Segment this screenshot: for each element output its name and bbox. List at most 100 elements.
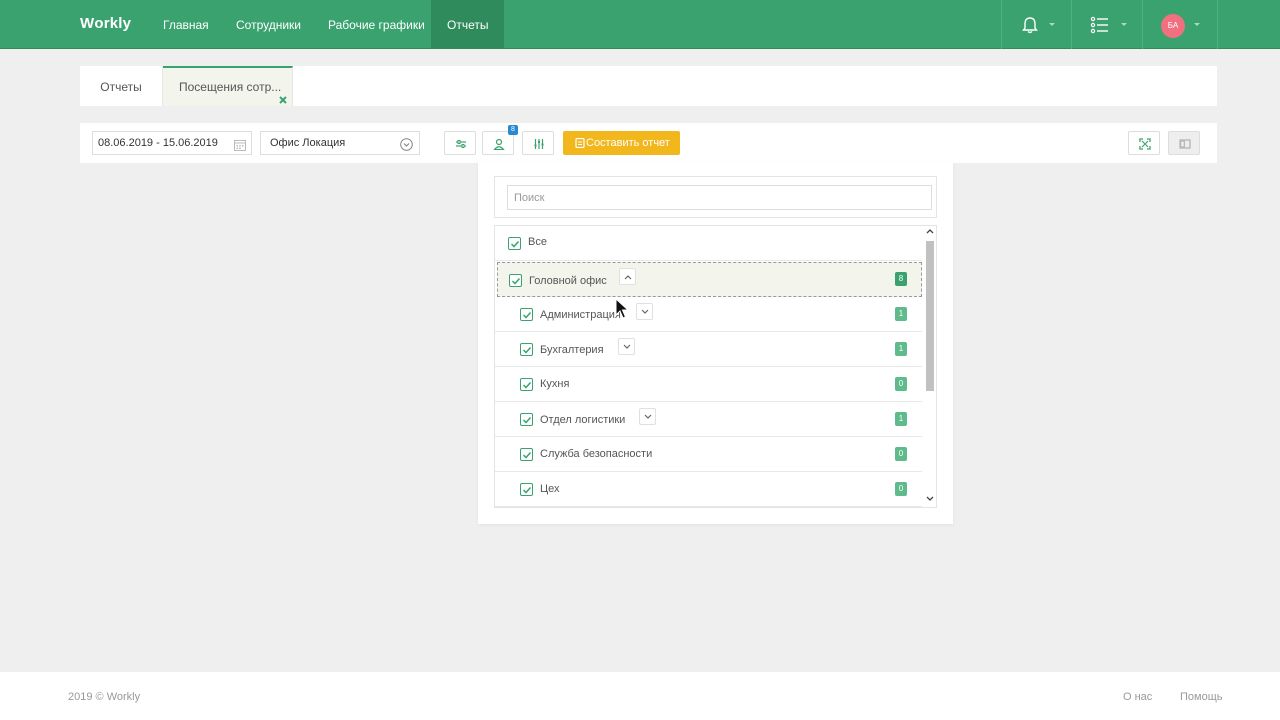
list-item-label: Бухгалтерия xyxy=(540,344,604,356)
list-item[interactable]: Бухгалтерия 1 xyxy=(495,332,922,367)
top-navbar: Wоrkly Главная Сотрудники Рабочие график… xyxy=(0,0,1280,49)
excel-icon xyxy=(1179,139,1191,149)
tab-employee-visits[interactable]: Посещения сотр... xyxy=(163,66,293,106)
chevron-down-icon xyxy=(644,414,652,419)
list-item-label: Цех xyxy=(540,483,560,495)
expand-button[interactable] xyxy=(618,338,635,355)
list-item[interactable]: Цех 0 xyxy=(495,472,922,507)
count-badge: 0 xyxy=(895,377,907,391)
calendar-icon[interactable] xyxy=(234,137,246,151)
chevron-down-icon[interactable] xyxy=(1049,23,1055,26)
department-filter-dropdown: Все Головной офис 8 Администрация 1 Бухг… xyxy=(478,161,953,524)
checkbox[interactable] xyxy=(520,308,533,321)
report-tabs: Отчеты Посещения сотр... xyxy=(80,66,1217,106)
collapse-button[interactable] xyxy=(619,268,636,285)
list-item-label: Все xyxy=(528,236,547,248)
equalizer-icon xyxy=(534,139,544,149)
nav-item-reports[interactable]: Отчеты xyxy=(431,0,505,49)
scroll-up-arrow-icon xyxy=(926,229,934,234)
count-badge: 0 xyxy=(895,482,907,496)
report-toolbar: 08.06.2019 - 15.06.2019 Офис Локация 8 С… xyxy=(80,123,1217,163)
search-input[interactable] xyxy=(507,185,932,210)
filter-settings-button[interactable] xyxy=(444,131,476,155)
expand-button[interactable] xyxy=(639,408,656,425)
tab-reports[interactable]: Отчеты xyxy=(80,66,163,106)
chevron-down-icon[interactable] xyxy=(400,137,413,151)
checkbox[interactable] xyxy=(508,237,521,250)
scrollbar-thumb[interactable] xyxy=(926,241,934,391)
chevron-down-icon[interactable] xyxy=(1121,23,1127,26)
list-icon[interactable] xyxy=(1090,15,1110,35)
check-icon xyxy=(522,416,532,424)
app-logo[interactable]: Wоrkly xyxy=(80,15,131,32)
navbar-divider xyxy=(1071,0,1072,49)
user-icon xyxy=(493,138,505,150)
checkbox[interactable] xyxy=(520,483,533,496)
location-select[interactable]: Офис Локация xyxy=(260,131,420,155)
count-badge: 1 xyxy=(895,307,907,321)
mouse-cursor-icon xyxy=(615,298,629,319)
copyright-text: 2019 © Workly xyxy=(68,691,141,703)
navbar-divider xyxy=(1217,0,1218,49)
tab-label: Посещения сотр... xyxy=(179,80,282,94)
count-badge: 1 xyxy=(895,342,907,356)
list-item[interactable]: Администрация 1 xyxy=(495,297,922,332)
nav-item-schedules[interactable]: Рабочие графики xyxy=(312,0,441,49)
expand-icon xyxy=(1139,138,1151,150)
check-icon xyxy=(511,277,521,285)
chevron-down-icon[interactable] xyxy=(1194,23,1200,26)
fullscreen-button[interactable] xyxy=(1128,131,1160,155)
check-icon xyxy=(522,381,532,389)
list-item-label: Служба безопасности xyxy=(540,448,653,460)
list-item-label: Администрация xyxy=(540,309,621,321)
count-badge: 0 xyxy=(895,447,907,461)
checkbox[interactable] xyxy=(509,274,522,287)
list-item-label: Отдел логистики xyxy=(540,414,626,426)
footer-link-help[interactable]: Помощь xyxy=(1180,691,1223,703)
list-item[interactable]: Все xyxy=(495,226,922,261)
chevron-down-icon xyxy=(623,344,631,349)
build-report-button[interactable]: Составить отчет xyxy=(563,131,680,155)
navbar-divider xyxy=(1001,0,1002,49)
expand-button[interactable] xyxy=(636,303,653,320)
department-list: Все Головной офис 8 Администрация 1 Бухг… xyxy=(494,225,937,508)
search-container xyxy=(494,176,937,218)
footer-link-about[interactable]: О нас xyxy=(1123,691,1152,703)
list-item[interactable]: Служба безопасности 0 xyxy=(495,437,922,472)
employees-count-badge: 8 xyxy=(508,125,518,135)
list-item[interactable]: Головной офис 8 xyxy=(497,262,922,297)
nav-item-home[interactable]: Главная xyxy=(147,0,225,49)
checkbox[interactable] xyxy=(520,448,533,461)
scroll-down-arrow-icon xyxy=(926,496,934,501)
build-report-label: Составить отчет xyxy=(586,137,670,149)
checkbox[interactable] xyxy=(520,378,533,391)
list-item-label: Головной офис xyxy=(529,275,607,287)
export-excel-button[interactable] xyxy=(1168,131,1200,155)
location-value: Офис Локация xyxy=(270,137,346,149)
page-footer: 2019 © Workly О нас Помощь xyxy=(0,672,1280,720)
date-range-value: 08.06.2019 - 15.06.2019 xyxy=(98,137,218,149)
count-badge: 8 xyxy=(895,272,907,286)
navbar-divider xyxy=(1142,0,1143,49)
date-range-input[interactable]: 08.06.2019 - 15.06.2019 xyxy=(92,131,252,155)
nav-item-employees[interactable]: Сотрудники xyxy=(220,0,317,49)
count-badge: 1 xyxy=(895,412,907,426)
check-icon xyxy=(522,451,532,459)
check-icon xyxy=(510,240,520,248)
sliders-icon xyxy=(456,140,466,148)
check-icon xyxy=(522,346,532,354)
list-scrollbar[interactable] xyxy=(923,226,936,507)
list-item[interactable]: Кухня 0 xyxy=(495,367,922,402)
list-item-label: Кухня xyxy=(540,378,570,390)
close-icon[interactable] xyxy=(278,82,288,104)
check-icon xyxy=(522,486,532,494)
checkbox[interactable] xyxy=(520,343,533,356)
chevron-up-icon xyxy=(624,275,632,280)
report-icon xyxy=(575,138,585,148)
checkbox[interactable] xyxy=(520,413,533,426)
columns-settings-button[interactable] xyxy=(522,131,554,155)
user-avatar[interactable]: БА xyxy=(1161,14,1185,38)
list-item[interactable]: Отдел логистики 1 xyxy=(495,402,922,437)
chevron-down-icon xyxy=(641,309,649,314)
bell-icon[interactable] xyxy=(1020,15,1040,35)
